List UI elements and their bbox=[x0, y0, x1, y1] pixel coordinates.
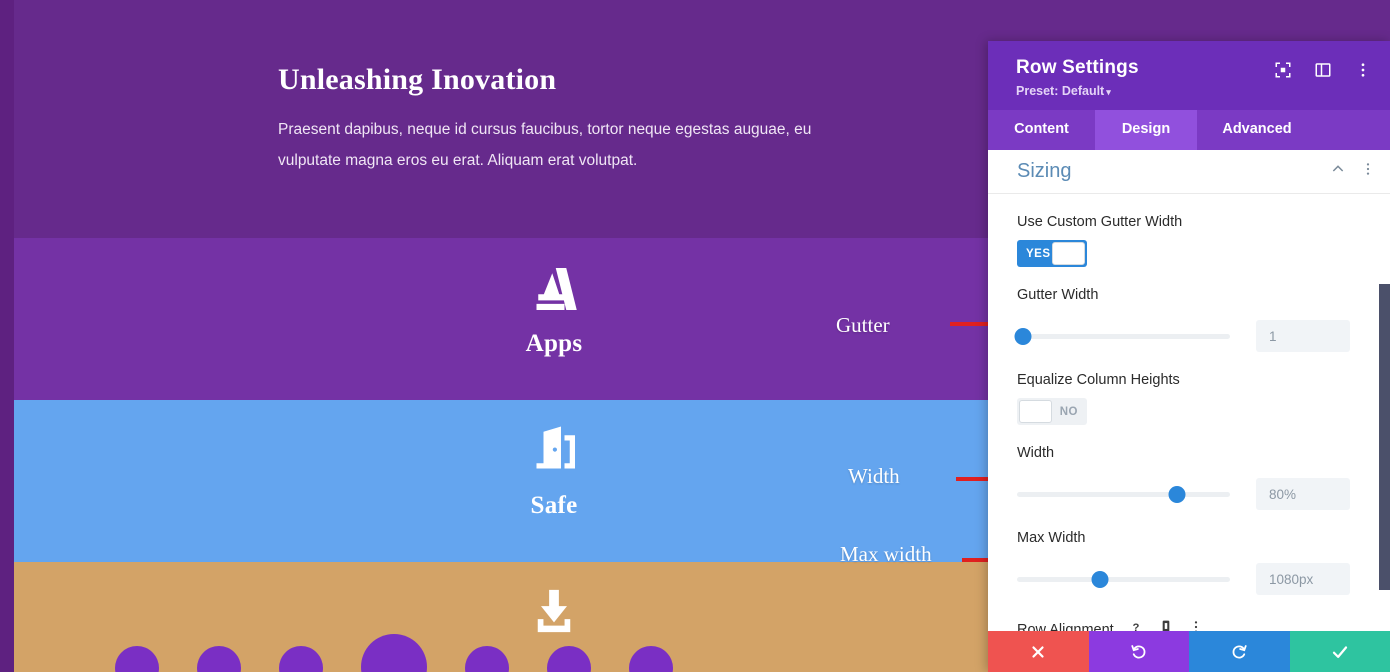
cancel-button[interactable] bbox=[988, 631, 1089, 672]
page-left-edge-strip bbox=[0, 0, 14, 672]
annotation-label-width: Width bbox=[848, 464, 900, 488]
max-width-value[interactable]: 1080px bbox=[1256, 563, 1350, 595]
panel-scrollbar[interactable] bbox=[1379, 284, 1390, 590]
chevron-down-icon: ▾ bbox=[1106, 87, 1111, 97]
field-use-custom-gutter-width: Use Custom Gutter Width YES bbox=[988, 214, 1390, 267]
slider-track bbox=[1017, 334, 1230, 339]
panel-tabs: Content Design Advanced bbox=[988, 110, 1390, 150]
width-value[interactable]: 80% bbox=[1256, 478, 1350, 510]
annotation-label-max-width: Max width bbox=[840, 542, 932, 566]
kebab-menu-icon[interactable] bbox=[1346, 161, 1376, 182]
field-equalize-column-heights: Equalize Column Heights NO bbox=[988, 372, 1390, 425]
open-door-icon bbox=[14, 420, 1094, 482]
slider-thumb[interactable] bbox=[1091, 571, 1109, 588]
annotation-label-gutter: Gutter bbox=[836, 313, 890, 337]
section-title: Sizing bbox=[1017, 160, 1072, 182]
field-max-width: Max Width 1080px bbox=[988, 530, 1390, 595]
row-settings-panel: Row Settings Preset: Default ▾ Content D… bbox=[988, 41, 1390, 672]
panel-action-bar bbox=[988, 631, 1390, 672]
field-label: Gutter Width bbox=[1017, 287, 1099, 303]
fullscreen-icon[interactable] bbox=[1274, 61, 1292, 79]
width-slider[interactable] bbox=[1017, 484, 1230, 504]
dot bbox=[547, 646, 591, 672]
panel-header-icons bbox=[1274, 61, 1372, 79]
max-width-row: 1080px bbox=[1017, 563, 1361, 595]
field-label: Use Custom Gutter Width bbox=[1017, 214, 1183, 230]
gutter-width-row: 1 bbox=[1014, 320, 1361, 352]
tab-advanced[interactable]: Advanced bbox=[1197, 110, 1317, 150]
field-width: Width 80% bbox=[988, 445, 1390, 510]
redo-button[interactable] bbox=[1189, 631, 1290, 672]
preset-label: Preset: Default bbox=[1016, 84, 1105, 98]
dot bbox=[115, 646, 159, 672]
gutter-width-slider[interactable] bbox=[1014, 326, 1230, 346]
kebab-menu-icon[interactable] bbox=[1354, 61, 1372, 79]
gutter-width-value[interactable]: 1 bbox=[1256, 320, 1350, 352]
hero-title: Unleashing Inovation bbox=[278, 63, 557, 96]
feature-apps: Apps bbox=[14, 258, 1094, 358]
sizing-section-header[interactable]: Sizing bbox=[988, 150, 1390, 194]
slider-track bbox=[1017, 492, 1230, 497]
undo-button[interactable] bbox=[1088, 631, 1189, 672]
width-row: 80% bbox=[1017, 478, 1361, 510]
save-button[interactable] bbox=[1289, 631, 1390, 672]
dot bbox=[629, 646, 673, 672]
hero-body-text: Praesent dapibus, neque id cursus faucib… bbox=[278, 121, 812, 169]
hero-text-block: Unleashing Inovation Praesent dapibus, n… bbox=[278, 62, 858, 176]
dot bbox=[197, 646, 241, 672]
slider-track bbox=[1017, 577, 1230, 582]
panel-header: Row Settings Preset: Default ▾ bbox=[988, 41, 1390, 110]
chevron-up-icon[interactable] bbox=[1316, 161, 1346, 182]
slider-thumb[interactable] bbox=[1168, 486, 1186, 503]
redo-icon bbox=[1232, 644, 1247, 658]
max-width-slider[interactable] bbox=[1017, 569, 1230, 589]
field-label: Equalize Column Heights bbox=[1017, 372, 1180, 388]
toggle-knob bbox=[1019, 400, 1052, 423]
download-icon bbox=[14, 580, 1094, 642]
slider-thumb[interactable] bbox=[1014, 328, 1032, 345]
apps-triangle-icon bbox=[14, 258, 1094, 320]
dots-row bbox=[14, 634, 774, 672]
tab-content[interactable]: Content bbox=[988, 110, 1095, 150]
use-custom-gutter-width-toggle[interactable]: YES bbox=[1017, 240, 1087, 267]
tab-design[interactable]: Design bbox=[1095, 110, 1197, 150]
feature-apps-label: Apps bbox=[525, 330, 583, 357]
equalize-column-heights-toggle[interactable]: NO bbox=[1017, 398, 1087, 425]
field-label: Width bbox=[1017, 445, 1055, 461]
feature-download bbox=[14, 580, 1094, 642]
dot bbox=[465, 646, 509, 672]
field-label: Max Width bbox=[1017, 530, 1086, 546]
dot bbox=[279, 646, 323, 672]
undo-icon bbox=[1131, 644, 1146, 658]
toggle-state-label: NO bbox=[1059, 405, 1078, 418]
feature-safe-label: Safe bbox=[530, 492, 578, 519]
toggle-state-label: YES bbox=[1026, 247, 1051, 260]
feature-safe: Safe bbox=[14, 420, 1094, 520]
screen: Unleashing Inovation Praesent dapibus, n… bbox=[0, 0, 1390, 672]
layout-panel-icon[interactable] bbox=[1314, 61, 1332, 79]
field-gutter-width: Gutter Width 1 bbox=[988, 287, 1390, 352]
preset-selector[interactable]: Preset: Default ▾ bbox=[1016, 84, 1366, 98]
close-icon bbox=[1032, 645, 1044, 658]
panel-body: Sizing Use Custom Gutter Width YES Gutte… bbox=[988, 150, 1390, 672]
toggle-knob bbox=[1052, 242, 1085, 265]
check-icon bbox=[1332, 645, 1347, 658]
